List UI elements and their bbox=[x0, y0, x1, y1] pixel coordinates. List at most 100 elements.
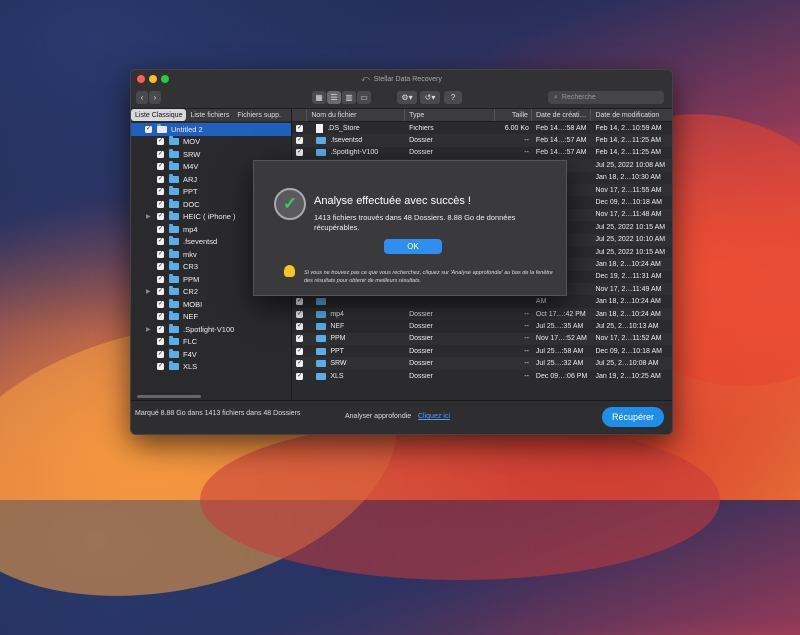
tree-item[interactable]: ✓ F4V bbox=[131, 348, 291, 361]
checkbox[interactable]: ✓ bbox=[157, 138, 164, 146]
recover-button[interactable]: Récupérer bbox=[602, 407, 664, 427]
checkbox[interactable]: ✓ bbox=[296, 310, 304, 318]
tree-item[interactable]: ✓ XLS bbox=[131, 361, 291, 374]
checkbox[interactable]: ✓ bbox=[157, 175, 164, 183]
checkbox[interactable]: ✓ bbox=[296, 322, 304, 330]
checkbox[interactable]: ✓ bbox=[157, 275, 164, 283]
column-view-button[interactable]: ▥ bbox=[342, 91, 356, 104]
folder-icon bbox=[316, 137, 327, 145]
tab-liste-fichiers[interactable]: Liste fichiers bbox=[186, 109, 233, 121]
disclosure-triangle-icon[interactable]: ▶ bbox=[146, 288, 151, 295]
tree-item[interactable]: ✓ MOV bbox=[131, 136, 291, 149]
folder-icon bbox=[316, 372, 327, 380]
cell-created: Jul 25…:35 AM bbox=[535, 322, 584, 330]
folder-icon bbox=[169, 186, 179, 196]
icon-view-button[interactable]: ▦ bbox=[312, 91, 326, 104]
column-size[interactable]: Taille bbox=[495, 109, 532, 121]
checkmark-icon: ✓ bbox=[274, 188, 306, 220]
checkbox[interactable]: ✓ bbox=[157, 150, 164, 158]
table-row[interactable]: ✓ .DS_Store Fichiers 6.00 Ko Feb 14…:58 AM Fe… bbox=[292, 122, 672, 134]
checkbox[interactable]: ✓ bbox=[157, 225, 164, 233]
checkbox[interactable]: ✓ bbox=[157, 313, 164, 321]
tab-liste-classique[interactable]: Liste Classique bbox=[131, 109, 187, 121]
checkbox[interactable]: ✓ bbox=[157, 350, 164, 358]
checkbox[interactable]: ✓ bbox=[296, 335, 304, 343]
checkbox[interactable]: ✓ bbox=[296, 149, 304, 157]
forward-button[interactable]: › bbox=[149, 91, 161, 104]
cell-size: -- bbox=[524, 137, 529, 145]
tree-item-label: .Spotlight-V100 bbox=[183, 324, 235, 334]
folder-icon bbox=[169, 286, 179, 296]
checkbox[interactable]: ✓ bbox=[157, 250, 164, 258]
checkbox[interactable]: ✓ bbox=[296, 137, 304, 145]
checkbox[interactable]: ✓ bbox=[296, 372, 304, 380]
minimize-button[interactable] bbox=[149, 75, 157, 83]
cell-created: Feb 14…:57 AM bbox=[535, 149, 587, 157]
checkbox[interactable]: ✓ bbox=[296, 298, 304, 306]
settings-gear-icon[interactable]: ⚙▾ bbox=[397, 91, 417, 104]
table-header: Nom du fichier Type Taille Date de créat… bbox=[292, 109, 672, 122]
tree-item[interactable]: ✓ NEF bbox=[131, 311, 291, 324]
checkbox[interactable]: ✓ bbox=[157, 288, 164, 296]
table-row[interactable]: ✓ NEF Dossier -- Jul 25…:35 AM Jul 25, 2…10:1… bbox=[292, 320, 672, 332]
tree-item-label: mp4 bbox=[183, 224, 198, 234]
checkbox[interactable]: ✓ bbox=[296, 124, 304, 132]
cell-name: .fseventsd bbox=[307, 137, 405, 145]
column-created[interactable]: Date de créati… bbox=[532, 109, 592, 121]
table-row[interactable]: ✓ .fseventsd Dossier -- Feb 14…:57 AM Feb 14,… bbox=[292, 134, 672, 147]
deep-scan-link[interactable]: Cliquez ici bbox=[418, 413, 450, 420]
checkbox[interactable]: ✓ bbox=[296, 360, 304, 368]
tab-fichiers-supp[interactable]: Fichiers supp. bbox=[233, 109, 285, 121]
zoom-button[interactable] bbox=[161, 75, 169, 83]
back-button[interactable]: ‹ bbox=[136, 91, 148, 104]
tree-item[interactable]: ▶ ✓ .Spotlight-V100 bbox=[131, 323, 291, 336]
bottom-bar: Marqué 8.88 Go dans 1413 fichiers dans 4… bbox=[131, 400, 672, 434]
checkbox[interactable]: ✓ bbox=[157, 338, 164, 346]
table-row[interactable]: ✓ mp4 Dossier -- Oct 17…:42 PM Jan 18, 2…10:2… bbox=[292, 307, 672, 321]
help-button[interactable]: ? bbox=[444, 91, 462, 104]
close-button[interactable] bbox=[137, 75, 145, 83]
tree-root-drive[interactable]: ✓ Untitled 2 bbox=[131, 123, 291, 136]
cell-name: SRW bbox=[307, 360, 405, 368]
preview-view-button[interactable]: ▭ bbox=[357, 91, 371, 104]
sidebar-scrollbar[interactable] bbox=[137, 395, 201, 398]
checkbox[interactable]: ✓ bbox=[157, 325, 164, 333]
table-row[interactable]: ✓ AM Jan 18, 2…10:24 AM bbox=[292, 295, 672, 307]
tree-item-label: HEIC ( iPhone ) bbox=[183, 212, 236, 222]
table-row[interactable]: ✓ PPT Dossier -- Jul 25…:58 AM Dec 09, 2…10:1… bbox=[292, 345, 672, 357]
checkbox[interactable]: ✓ bbox=[157, 213, 164, 221]
title-bar: ⤺ Stellar Data Recovery bbox=[131, 70, 672, 88]
column-type[interactable]: Type bbox=[405, 109, 496, 121]
table-row[interactable]: ✓ PPM Dossier -- Nov 17…:52 AM Nov 17, 2…11:5… bbox=[292, 332, 672, 346]
table-row[interactable]: ✓ SRW Dossier -- Jul 25…:32 AM Jul 25, 2…10:0… bbox=[292, 357, 672, 370]
tree-item[interactable]: ✓ SRW bbox=[131, 148, 291, 161]
checkbox[interactable]: ✓ bbox=[157, 263, 164, 271]
ok-button[interactable]: OK bbox=[384, 239, 442, 254]
checkbox[interactable]: ✓ bbox=[296, 347, 304, 355]
checkbox[interactable]: ✓ bbox=[157, 188, 164, 196]
tree-item-label: PPT bbox=[183, 187, 198, 197]
table-row[interactable]: ✓ .Spotlight-V100 Dossier -- Feb 14…:57 AM Fe… bbox=[292, 147, 672, 159]
checkbox[interactable]: ✓ bbox=[145, 125, 152, 133]
folder-icon bbox=[169, 236, 179, 246]
table-row[interactable]: ✓ XLS Dossier -- Dec 09…:06 PM Jan 19, 2…10:2… bbox=[292, 370, 672, 382]
checkbox[interactable]: ✓ bbox=[157, 363, 164, 371]
checkbox[interactable]: ✓ bbox=[157, 300, 164, 308]
tree-item-label: ARJ bbox=[183, 174, 198, 184]
row-checkbox-cell: ✓ bbox=[292, 298, 307, 306]
checkbox[interactable]: ✓ bbox=[157, 163, 164, 171]
disclosure-triangle-icon[interactable]: ▶ bbox=[146, 326, 151, 333]
cell-name bbox=[307, 298, 405, 306]
search-input[interactable]: ⌕ Recherche bbox=[548, 91, 664, 104]
history-icon[interactable]: ↺▾ bbox=[420, 91, 440, 104]
checkbox[interactable]: ✓ bbox=[157, 200, 164, 208]
tree-item[interactable]: ✓ FLC bbox=[131, 336, 291, 349]
cell-modified: Nov 17, 2…11:52 AM bbox=[595, 335, 662, 343]
cell-type: Dossier bbox=[409, 347, 433, 355]
column-modified[interactable]: Date de modification bbox=[591, 109, 672, 121]
tree-item[interactable]: ✓ MOBI bbox=[131, 298, 291, 311]
disclosure-triangle-icon[interactable]: ▶ bbox=[146, 213, 151, 220]
checkbox[interactable]: ✓ bbox=[157, 238, 164, 246]
list-view-button[interactable]: ☰ bbox=[327, 91, 341, 104]
column-name[interactable]: Nom du fichier bbox=[307, 109, 406, 121]
